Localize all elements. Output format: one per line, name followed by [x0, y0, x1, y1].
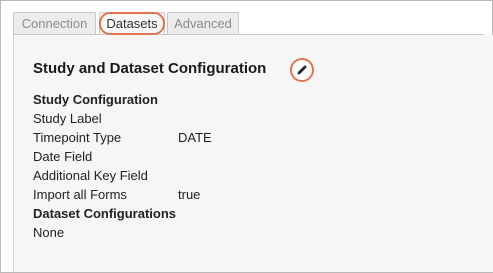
import-all-forms-value: true	[178, 187, 201, 202]
date-field-label: Date Field	[33, 149, 93, 164]
dataset-configurations-heading: Dataset Configurations	[33, 206, 177, 221]
tab-advanced[interactable]: Advanced	[167, 12, 239, 34]
additional-key-field-label: Additional Key Field	[33, 168, 148, 183]
timepoint-type-label: Timepoint Type	[33, 130, 122, 145]
edit-button[interactable]	[290, 58, 314, 82]
section-title: Study and Dataset Configuration	[33, 60, 267, 77]
window-frame: Connection Datasets Advanced Study and D…	[0, 0, 493, 273]
dataset-configurations-value: None	[33, 225, 65, 240]
tab-connection[interactable]: Connection	[13, 12, 96, 34]
study-label-label: Study Label	[33, 111, 102, 126]
pencil-icon	[297, 65, 307, 75]
import-all-forms-label: Import all Forms	[33, 187, 127, 202]
timepoint-type-value: DATE	[178, 130, 212, 145]
study-configuration-heading: Study Configuration	[33, 92, 158, 107]
tab-datasets-highlight	[99, 12, 165, 35]
